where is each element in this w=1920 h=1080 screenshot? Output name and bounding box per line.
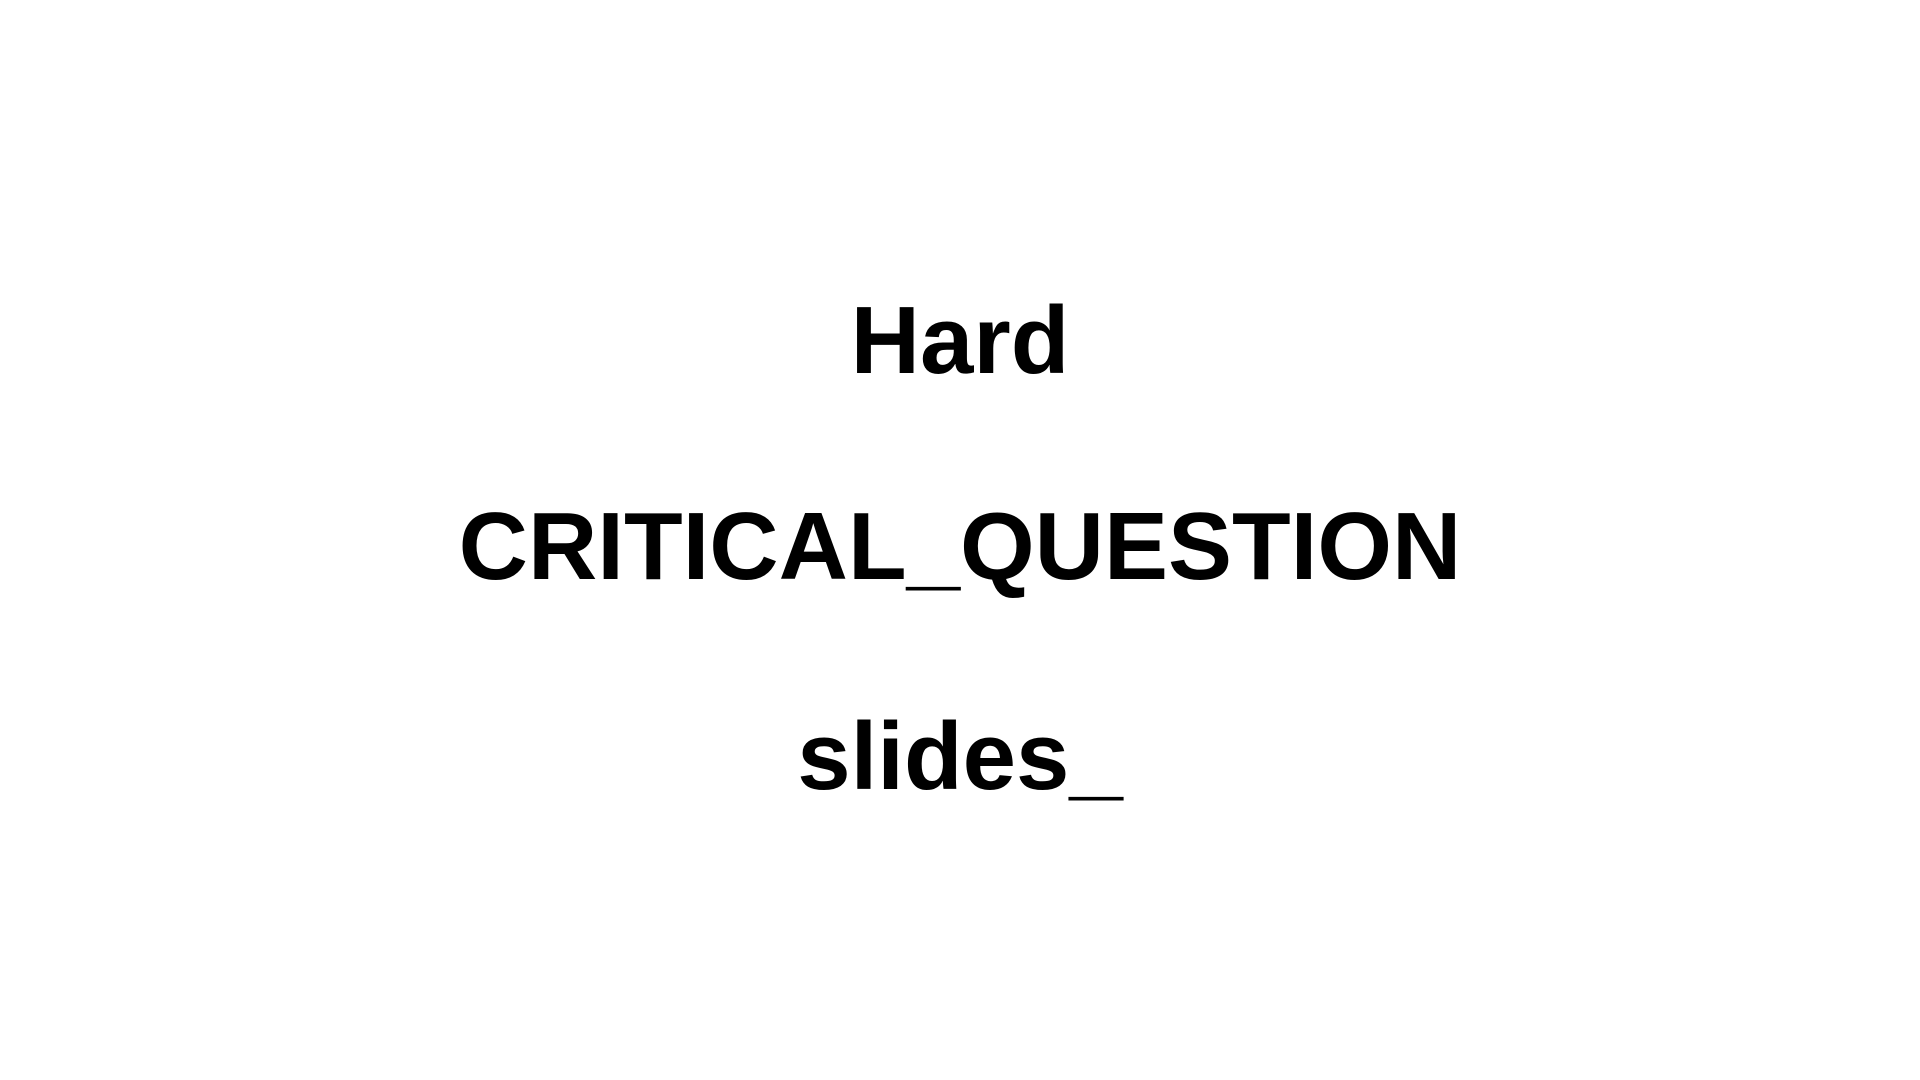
slide-text-line-1: Hard bbox=[850, 287, 1070, 394]
slide-canvas: Hard CRITICAL_QUESTION slides_ bbox=[0, 0, 1920, 1080]
slide-text-line-2: CRITICAL_QUESTION bbox=[458, 493, 1462, 600]
slide-text-line-3: slides_ bbox=[797, 703, 1123, 810]
